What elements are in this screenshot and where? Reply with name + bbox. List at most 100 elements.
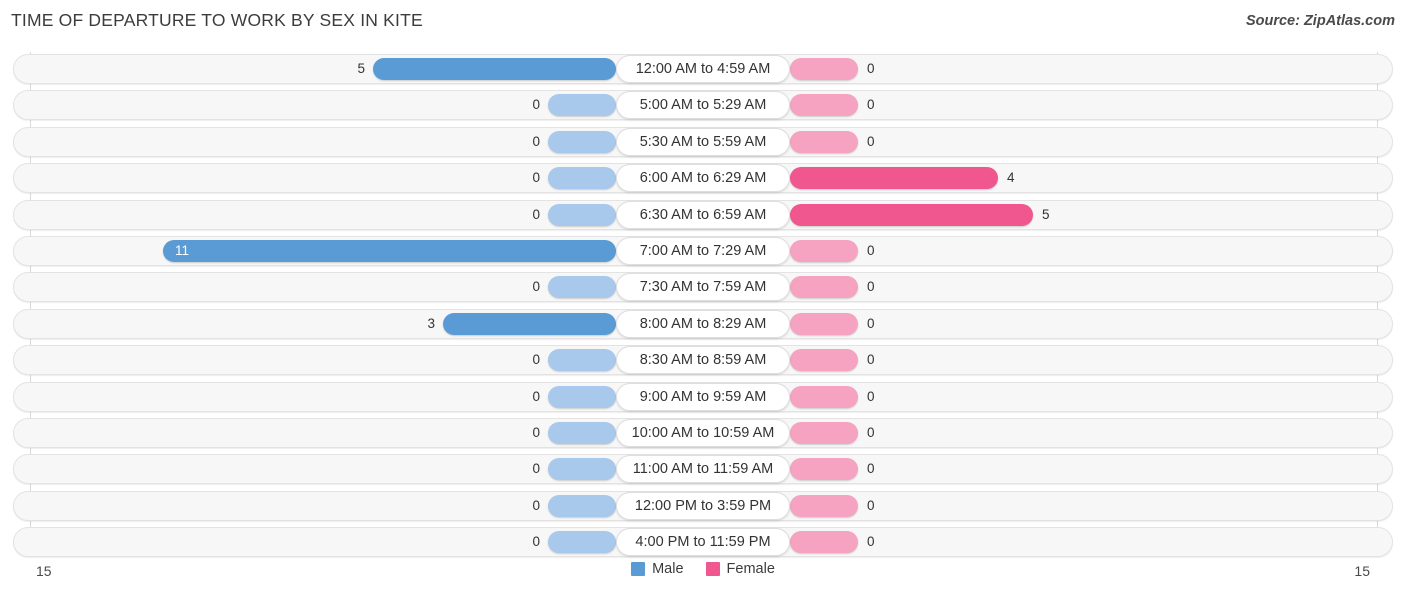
bar-female[interactable]: [790, 94, 858, 117]
chart-row[interactable]: 0 0 7:30 AM to 7:59 AM: [0, 270, 1406, 306]
bar-female[interactable]: [790, 203, 1033, 226]
bar-female[interactable]: [790, 276, 858, 299]
value-female: 0: [867, 97, 875, 113]
category-label: 7:00 AM to 7:29 AM: [639, 242, 767, 259]
category-label: 11:00 AM to 11:59 AM: [632, 461, 774, 478]
legend: Male Female: [0, 561, 1406, 577]
category-pill[interactable]: 8:00 AM to 8:29 AM: [616, 309, 790, 338]
chart-row[interactable]: 0 0 8:30 AM to 8:59 AM: [0, 343, 1406, 379]
category-pill[interactable]: 6:30 AM to 6:59 AM: [616, 200, 790, 229]
bar-female[interactable]: [790, 312, 858, 335]
plot-area: 5 0 12:00 AM to 4:59 AM 0 0 5:00 AM to 5:29 A…: [0, 44, 1406, 558]
category-pill[interactable]: 9:00 AM to 9:59 AM: [616, 382, 790, 411]
bar-rows: 5 0 12:00 AM to 4:59 AM 0 0 5:00 AM to 5:29 A…: [0, 52, 1406, 561]
category-label: 8:00 AM to 8:29 AM: [639, 315, 767, 332]
bar-male[interactable]: [548, 385, 616, 408]
chart-row[interactable]: 0 0 10:00 AM to 10:59 AM: [0, 416, 1406, 452]
bar-male[interactable]: [548, 494, 616, 517]
bar-female[interactable]: [790, 421, 858, 444]
chart-row[interactable]: 11 0 7:00 AM to 7:29 AM: [0, 234, 1406, 270]
bar-female[interactable]: [790, 130, 858, 153]
value-male: 0: [532, 388, 540, 404]
value-female: 0: [867, 497, 875, 513]
bar-male[interactable]: [548, 167, 616, 190]
bar-male[interactable]: [443, 312, 616, 335]
chart-row[interactable]: 0 0 12:00 PM to 3:59 PM: [0, 489, 1406, 525]
bar-female[interactable]: [790, 239, 858, 262]
value-male: 0: [532, 461, 540, 477]
category-pill[interactable]: 12:00 AM to 4:59 AM: [616, 55, 790, 83]
value-female: 0: [867, 315, 875, 331]
legend-swatch-male-icon: [631, 562, 646, 576]
bar-male[interactable]: [548, 349, 616, 372]
category-pill[interactable]: 4:00 PM to 11:59 PM: [616, 528, 790, 557]
legend-item-female[interactable]: Female: [705, 561, 775, 577]
value-male: 0: [532, 279, 540, 295]
value-male: 0: [532, 534, 540, 550]
category-pill[interactable]: 12:00 PM to 3:59 PM: [616, 491, 790, 520]
category-label: 4:00 PM to 11:59 PM: [635, 534, 771, 551]
bar-male[interactable]: [548, 94, 616, 117]
chart-row[interactable]: 0 0 11:00 AM to 11:59 AM: [0, 452, 1406, 488]
bar-female[interactable]: [790, 167, 998, 190]
bar-male[interactable]: [163, 239, 616, 262]
category-pill[interactable]: 11:00 AM to 11:59 AM: [616, 455, 790, 484]
chart-row[interactable]: 0 0 5:00 AM to 5:29 AM: [0, 88, 1406, 124]
bar-male[interactable]: [548, 203, 616, 226]
category-label: 10:00 AM to 10:59 AM: [631, 424, 775, 441]
category-label: 5:30 AM to 5:59 AM: [639, 133, 767, 150]
value-male: 11: [175, 242, 190, 258]
bar-female[interactable]: [790, 458, 858, 481]
legend-item-male[interactable]: Male: [631, 561, 684, 577]
category-pill[interactable]: 8:30 AM to 8:59 AM: [616, 346, 790, 375]
bar-male[interactable]: [373, 58, 616, 80]
value-male: 0: [532, 170, 540, 186]
chart-row[interactable]: 0 4 6:00 AM to 6:29 AM: [0, 161, 1406, 197]
bar-female[interactable]: [790, 385, 858, 408]
value-female: 0: [867, 424, 875, 440]
chart-header: TIME OF DEPARTURE TO WORK BY SEX IN KITE…: [0, 0, 1406, 44]
bar-female[interactable]: [790, 349, 858, 372]
value-female: 0: [867, 352, 875, 368]
chart-row[interactable]: 3 0 8:00 AM to 8:29 AM: [0, 307, 1406, 343]
value-female: 0: [867, 279, 875, 295]
value-male: 0: [532, 97, 540, 113]
bar-male[interactable]: [548, 130, 616, 153]
chart-row[interactable]: 5 0 12:00 AM to 4:59 AM: [0, 52, 1406, 88]
bar-female[interactable]: [790, 531, 858, 554]
category-pill[interactable]: 7:30 AM to 7:59 AM: [616, 273, 790, 302]
value-male: 5: [357, 61, 365, 76]
category-pill[interactable]: 7:00 AM to 7:29 AM: [616, 236, 790, 265]
bar-male[interactable]: [548, 531, 616, 554]
category-label: 8:30 AM to 8:59 AM: [639, 352, 767, 369]
category-label: 12:00 AM to 4:59 AM: [635, 61, 771, 77]
value-male: 0: [532, 133, 540, 149]
value-male: 0: [532, 352, 540, 368]
bar-female[interactable]: [790, 58, 858, 80]
value-male: 3: [427, 315, 435, 331]
value-male: 0: [532, 497, 540, 513]
category-pill[interactable]: 5:00 AM to 5:29 AM: [616, 91, 790, 120]
value-female: 0: [867, 133, 875, 149]
legend-label-male: Male: [652, 561, 684, 577]
bar-male[interactable]: [548, 421, 616, 444]
category-label: 5:00 AM to 5:29 AM: [639, 97, 767, 114]
value-female: 0: [867, 461, 875, 477]
value-female: 5: [1042, 206, 1050, 222]
category-pill[interactable]: 5:30 AM to 5:59 AM: [616, 127, 790, 156]
bar-male[interactable]: [548, 458, 616, 481]
value-female: 0: [867, 61, 875, 76]
chart-row[interactable]: 0 5 6:30 AM to 6:59 AM: [0, 198, 1406, 234]
chart-row[interactable]: 0 0 5:30 AM to 5:59 AM: [0, 125, 1406, 161]
bar-male[interactable]: [548, 276, 616, 299]
value-female: 0: [867, 534, 875, 550]
category-label: 9:00 AM to 9:59 AM: [639, 388, 767, 405]
category-pill[interactable]: 6:00 AM to 6:29 AM: [616, 164, 790, 193]
bar-female[interactable]: [790, 494, 858, 517]
value-male: 0: [532, 206, 540, 222]
chart-row[interactable]: 0 0 9:00 AM to 9:59 AM: [0, 380, 1406, 416]
chart-footer: 15 15 Male Female: [0, 556, 1406, 595]
category-label: 12:00 PM to 3:59 PM: [634, 497, 772, 514]
category-pill[interactable]: 10:00 AM to 10:59 AM: [616, 418, 790, 447]
value-female: 0: [867, 242, 875, 258]
